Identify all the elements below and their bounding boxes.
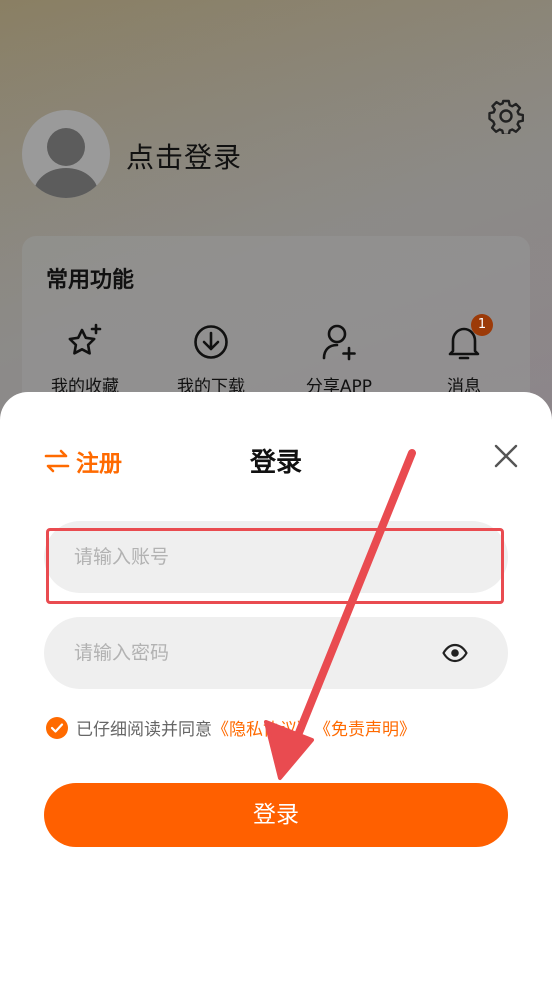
highlight-box: [46, 528, 504, 604]
user-add-icon: [322, 324, 356, 361]
gear-icon[interactable]: [488, 98, 524, 134]
agree-checkbox[interactable]: [46, 716, 68, 739]
close-icon[interactable]: [492, 442, 520, 470]
login-sheet: 注册 登录 已仔细阅读并同意 《隐私协议》 《免责声明》 登录: [0, 392, 552, 983]
password-field: [44, 617, 508, 689]
notification-badge: 1: [471, 314, 493, 336]
avatar[interactable]: [22, 110, 110, 198]
login-button[interactable]: 登录: [44, 783, 508, 847]
sheet-title: 登录: [249, 448, 302, 478]
login-hint[interactable]: 点击登录: [126, 136, 242, 176]
password-input[interactable]: [74, 617, 434, 689]
eye-icon[interactable]: [442, 641, 468, 665]
function-messages[interactable]: 1 消息: [409, 314, 519, 397]
avatar-head: [47, 128, 85, 166]
disclaimer-link[interactable]: 《免责声明》: [314, 715, 416, 740]
avatar-body: [34, 168, 98, 198]
function-downloads[interactable]: 我的下载: [156, 322, 266, 397]
common-functions-title: 常用功能: [46, 268, 135, 293]
function-share-app[interactable]: 分享APP: [284, 322, 394, 397]
download-icon: [194, 325, 228, 359]
agreement-text: 已仔细阅读并同意: [76, 720, 212, 740]
agreement-row: 已仔细阅读并同意 《隐私协议》 《免责声明》: [46, 715, 416, 740]
privacy-link[interactable]: 《隐私协议》: [212, 715, 314, 740]
check-icon: [50, 722, 64, 733]
star-sparkle-icon: [68, 323, 102, 355]
function-favorites[interactable]: 我的收藏: [30, 322, 140, 397]
